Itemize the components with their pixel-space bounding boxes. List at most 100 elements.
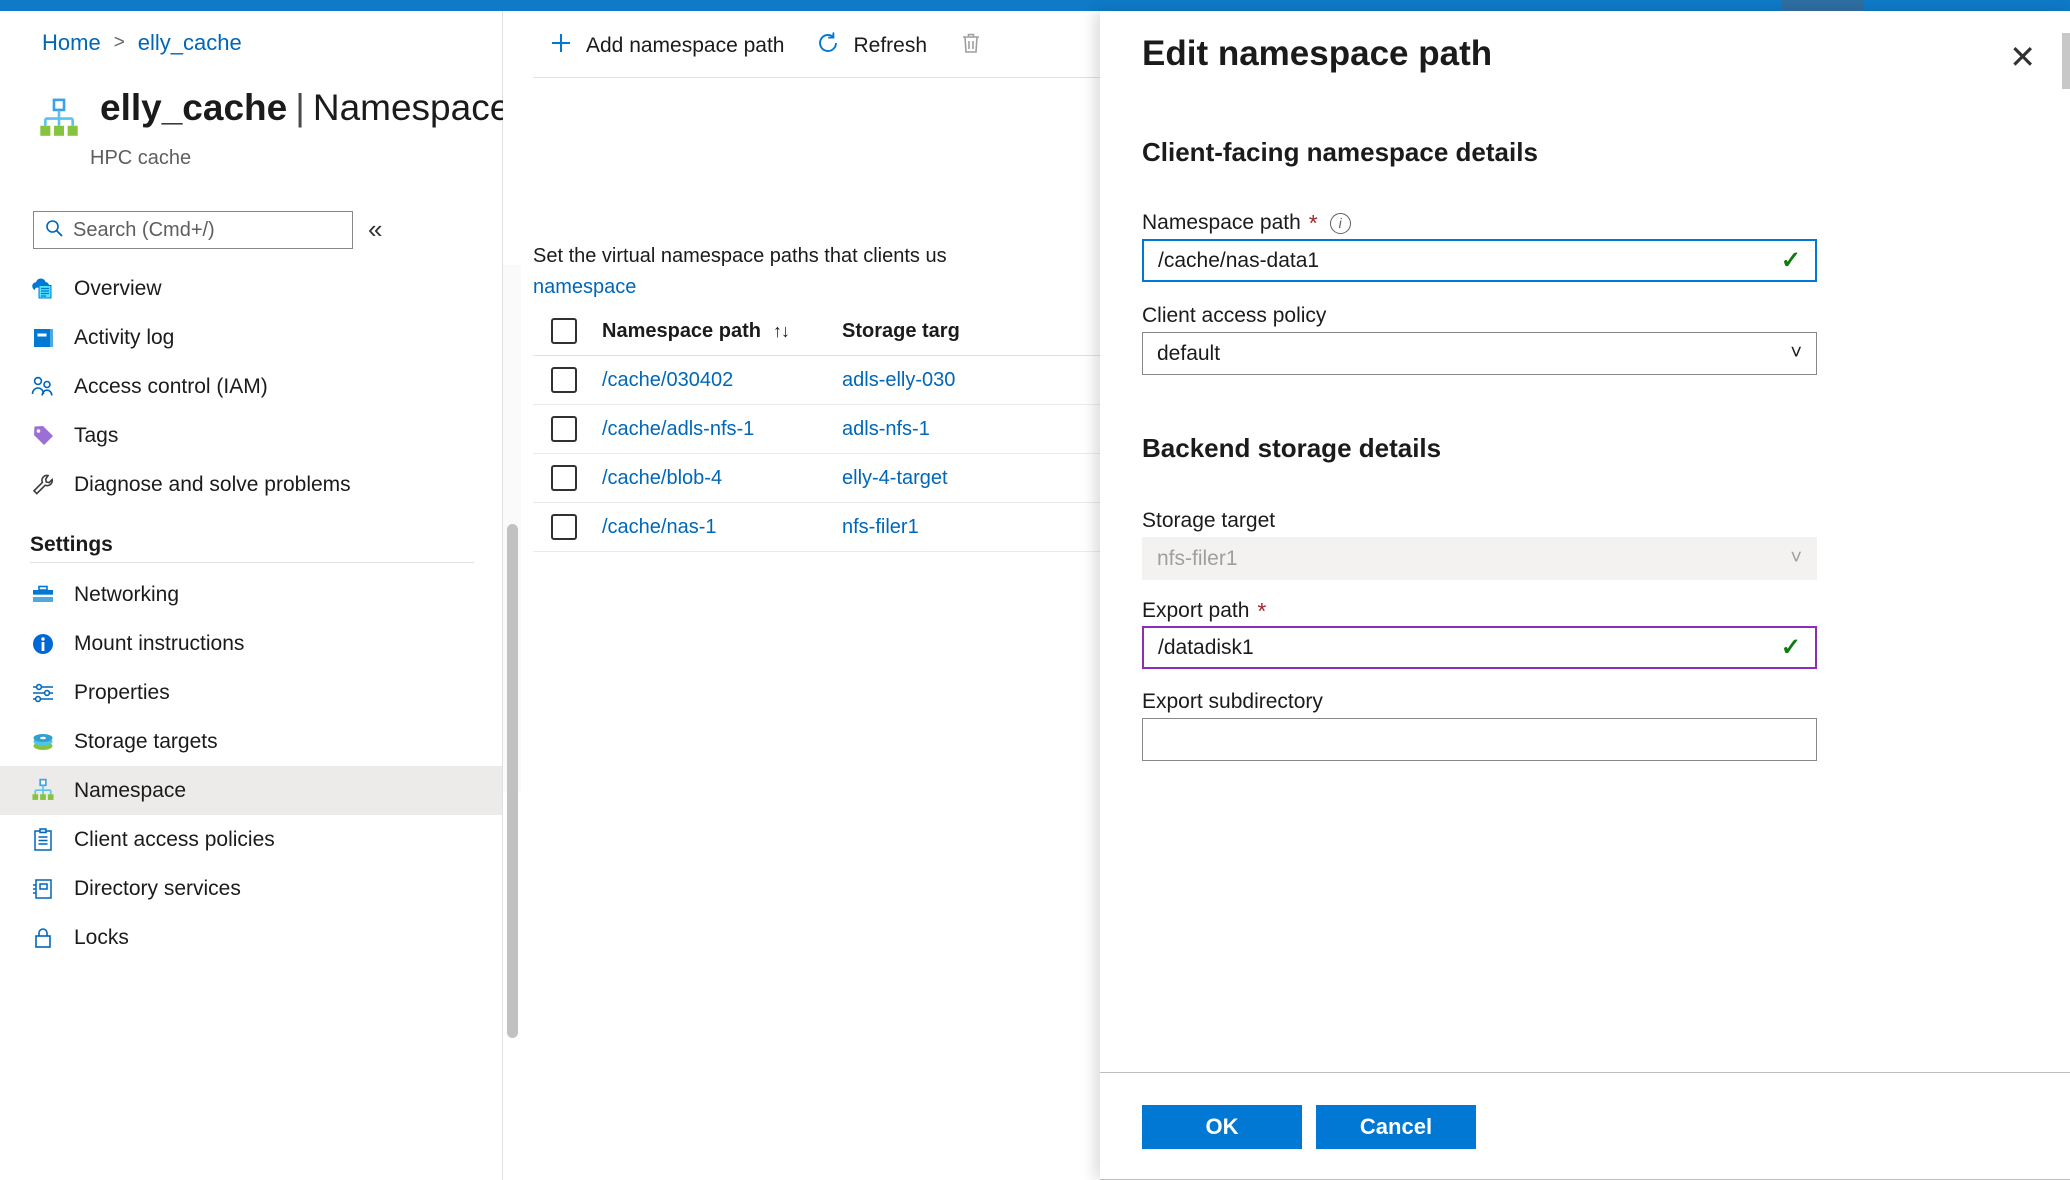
sidebar-item-activity-log[interactable]: Activity log <box>0 313 502 362</box>
namespace-path-input[interactable]: /cache/nas-data1 ✓ <box>1142 239 1817 282</box>
namespace-tree-icon <box>30 778 56 804</box>
column-header-label: Namespace path <box>602 319 761 342</box>
client-access-policy-value: default <box>1157 341 1221 365</box>
info-circle-icon <box>30 631 56 657</box>
search-box[interactable] <box>33 211 353 249</box>
export-subdirectory-input[interactable] <box>1142 718 1817 761</box>
sidebar-item-overview[interactable]: Overview <box>0 264 502 313</box>
sidebar-item-label: Locks <box>74 925 129 949</box>
row-checkbox[interactable] <box>551 514 577 540</box>
select-all-checkbox[interactable] <box>551 318 577 344</box>
top-bar-segment <box>1782 0 1864 11</box>
sidebar-item-networking[interactable]: Networking <box>0 570 502 619</box>
refresh-label: Refresh <box>853 34 928 57</box>
collapse-sidebar-button[interactable]: « <box>368 214 382 245</box>
top-blue-bar <box>0 0 2070 11</box>
breadcrumb-home[interactable]: Home <box>42 30 101 56</box>
main-content: Add namespace path Refresh Set the virtu… <box>503 11 1253 1180</box>
breadcrumb-current[interactable]: elly_cache <box>138 30 242 56</box>
page-title-resource: elly_cache <box>100 87 288 128</box>
sidebar-item-diagnose[interactable]: Diagnose and solve problems <box>0 460 502 509</box>
ok-button[interactable]: OK <box>1142 1104 1302 1149</box>
content-description-link[interactable]: namespace <box>533 276 636 298</box>
sidebar-item-locks[interactable]: Locks <box>0 913 502 962</box>
column-header-namespace-path[interactable]: Namespace path ↑↓ <box>602 320 842 343</box>
sidebar-item-tags[interactable]: Tags <box>0 411 502 460</box>
row-storage-target[interactable]: elly-4-target <box>842 467 1082 490</box>
plus-icon <box>549 31 573 61</box>
sidebar-item-directory-services[interactable]: Directory services <box>0 864 502 913</box>
namespace-path-label: Namespace path * i <box>1142 211 1351 235</box>
row-checkbox[interactable] <box>551 465 577 491</box>
namespace-tree-icon <box>36 97 82 143</box>
info-icon[interactable]: i <box>1329 212 1351 234</box>
page-subtitle: HPC cache <box>90 147 192 169</box>
row-checkbox[interactable] <box>551 367 577 393</box>
row-storage-target[interactable]: adls-nfs-1 <box>842 418 1082 441</box>
checkmark-icon: ✓ <box>1780 247 1801 274</box>
sidebar-item-label: Properties <box>74 680 170 704</box>
sidebar-item-access-control[interactable]: Access control (IAM) <box>0 362 502 411</box>
content-scrollbar-thumb[interactable] <box>507 524 518 1038</box>
panel-body: Client-facing namespace details Namespac… <box>1100 11 2070 1072</box>
sidebar-item-storage-targets[interactable]: Storage targets <box>0 717 502 766</box>
activity-log-icon <box>30 325 56 351</box>
required-asterisk: * <box>1257 597 1267 624</box>
content-scrollbar-track[interactable] <box>503 265 521 1038</box>
sidebar-item-mount-instructions[interactable]: Mount instructions <box>0 619 502 668</box>
namespace-path-value: /cache/nas-data1 <box>1158 248 1320 272</box>
sidebar-item-label: Access control (IAM) <box>74 374 268 398</box>
storage-target-label: Storage target <box>1142 509 1275 533</box>
export-subdirectory-label: Export subdirectory <box>1142 690 1323 714</box>
export-path-input[interactable]: /datadisk1 ✓ <box>1142 626 1817 669</box>
row-checkbox[interactable] <box>551 416 577 442</box>
trash-icon <box>959 31 983 61</box>
chevron-down-icon: ˅ <box>1790 342 1802 364</box>
required-asterisk: * <box>1308 209 1318 236</box>
sidebar-divider <box>30 562 474 563</box>
row-storage-target[interactable]: adls-elly-030 <box>842 369 1082 392</box>
row-storage-target[interactable]: nfs-filer1 <box>842 516 1082 539</box>
client-access-policy-label-text: Client access policy <box>1142 304 1327 327</box>
sidebar-item-label: Namespace <box>74 778 187 802</box>
section-backend-storage-title: Backend storage details <box>1142 433 1442 463</box>
refresh-icon <box>816 31 840 61</box>
lock-icon <box>30 925 56 951</box>
search-input[interactable] <box>73 218 342 242</box>
page-title-divider: | <box>295 87 305 128</box>
storage-target-select: nfs-filer1 ˅ <box>1142 537 1817 580</box>
sidebar-group-settings: Settings <box>30 533 113 556</box>
sidebar-item-label: Networking <box>74 582 180 606</box>
row-namespace-path[interactable]: /cache/030402 <box>602 369 842 392</box>
add-namespace-path-button[interactable]: Add namespace path <box>533 24 800 68</box>
sidebar-item-properties[interactable]: Properties <box>0 668 502 717</box>
row-namespace-path[interactable]: /cache/adls-nfs-1 <box>602 418 842 441</box>
sidebar-item-namespace[interactable]: Namespace <box>0 766 502 815</box>
client-access-policy-select[interactable]: default ˅ <box>1142 332 1817 375</box>
export-path-label: Export path * <box>1142 599 1266 623</box>
sliders-icon <box>30 680 56 706</box>
delete-button[interactable] <box>943 24 999 68</box>
export-subdirectory-label-text: Export subdirectory <box>1142 690 1323 713</box>
cloud-document-icon <box>30 276 56 302</box>
client-access-policy-label: Client access policy <box>1142 304 1326 328</box>
refresh-button[interactable]: Refresh <box>800 24 943 68</box>
breadcrumb-separator: > <box>113 32 125 53</box>
networking-icon <box>30 582 56 608</box>
sort-arrows-icon: ↑↓ <box>772 320 790 341</box>
column-header-storage-target[interactable]: Storage targ <box>842 320 1082 343</box>
checkmark-icon: ✓ <box>1780 634 1801 661</box>
directory-icon <box>30 876 56 902</box>
cancel-button[interactable]: Cancel <box>1316 1104 1476 1149</box>
storage-target-value: nfs-filer1 <box>1157 546 1238 570</box>
section-client-facing-title: Client-facing namespace details <box>1142 137 1538 167</box>
sidebar-item-client-access-policies[interactable]: Client access policies <box>0 815 502 864</box>
row-namespace-path[interactable]: /cache/blob-4 <box>602 467 842 490</box>
export-path-value: /datadisk1 <box>1158 635 1254 659</box>
content-toolbar: Add namespace path Refresh <box>533 15 999 77</box>
row-namespace-path[interactable]: /cache/nas-1 <box>602 516 842 539</box>
page-title-section: Namespace <box>312 87 511 128</box>
namespace-path-label-text: Namespace path <box>1142 211 1301 234</box>
add-namespace-path-label: Add namespace path <box>586 34 785 57</box>
sidebar-item-label: Tags <box>74 423 119 447</box>
